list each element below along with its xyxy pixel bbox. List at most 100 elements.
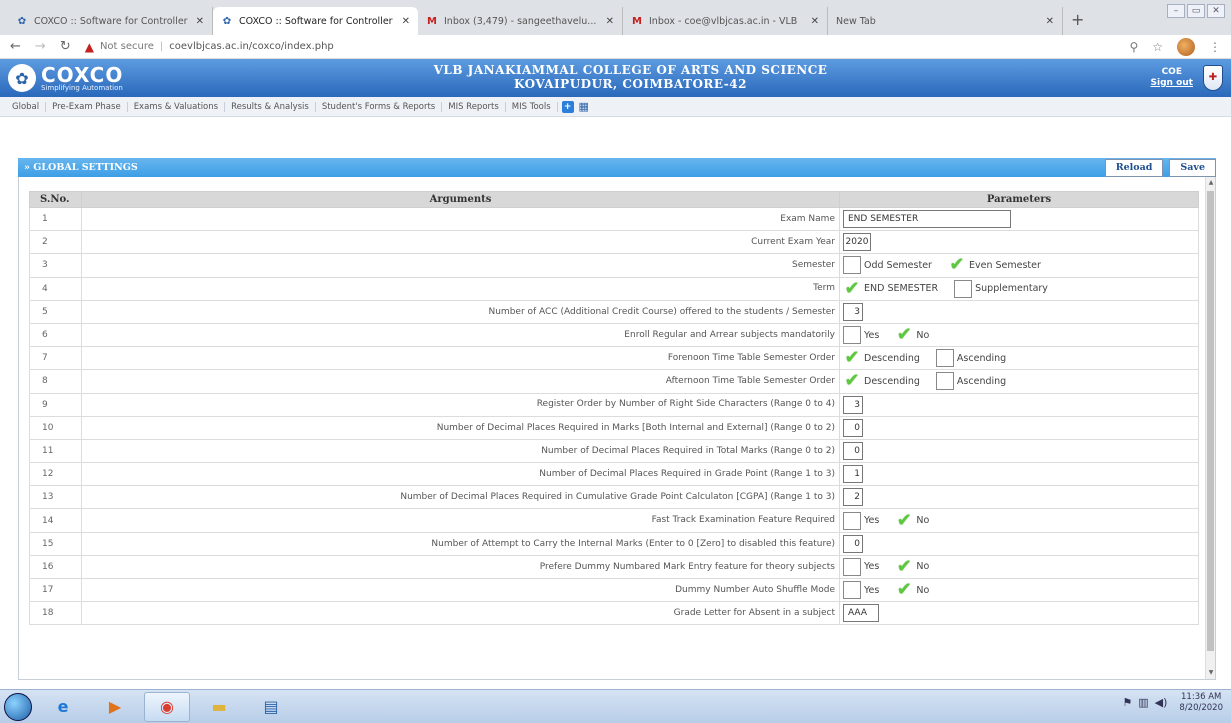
add-icon[interactable]: + [561,100,574,113]
menu-global[interactable]: Global [6,101,47,112]
checkbox-option[interactable]: Yes [843,581,880,600]
reload-button[interactable]: Reload [1104,158,1164,177]
checkbox-checked[interactable]: ✔ [843,372,861,390]
browser-tab[interactable]: ✿ COXCO :: Software for Controller ✕ [8,7,213,35]
argument-label: Number of Decimal Places Required in Cum… [81,485,840,510]
flag-icon[interactable]: ⚑ [1122,696,1132,709]
close-tab-icon[interactable]: ✕ [606,16,614,27]
checkbox-option[interactable]: ✔ Descending [843,349,919,367]
menu-pre-exam-phase[interactable]: Pre-Exam Phase [46,101,128,112]
internet-explorer-icon[interactable]: e [40,692,86,722]
parameter-input[interactable]: 0 [843,534,863,553]
row-number: 7 [29,346,82,371]
minimize-icon[interactable]: – [1167,4,1185,18]
documents-icon[interactable]: ▤ [248,692,294,722]
checkbox-checked[interactable]: ✔ [843,279,861,298]
checkbox-option[interactable]: ✔ Descending [843,372,919,390]
checkbox-option[interactable]: ✔ Even Semester [948,256,1041,274]
checkbox-checked[interactable]: ✔ [895,511,913,530]
url-field[interactable]: ▲ Not secure | coevlbjcas.ac.in/coxco/in… [85,40,1116,54]
parameter-input[interactable]: 0 [843,441,863,460]
close-tab-icon[interactable]: ✕ [811,16,819,27]
signout-link[interactable]: Sign out [1151,78,1193,89]
parameter-input[interactable]: 2 [843,488,863,507]
checkbox-option[interactable]: Yes [843,326,879,345]
browser-tab[interactable]: M Inbox - coe@vlbjcas.ac.in - VLB ✕ [623,7,828,35]
checkbox-option[interactable]: Supplementary [954,279,1048,298]
checkbox-option[interactable]: ✔ No [895,326,929,344]
menu-results-analysis[interactable]: Results & Analysis [225,101,316,112]
menu-mis-reports[interactable]: MIS Reports [442,101,506,112]
url-text: coevlbjcas.ac.in/coxco/index.php [169,41,334,52]
checkbox-option[interactable]: ✔ No [895,557,929,576]
row-number: 12 [29,462,82,487]
checkbox-checked[interactable]: ✔ [895,581,913,599]
checkbox-option[interactable]: Odd Semester [843,256,932,275]
checkbox-label: Even Semester [968,259,1041,271]
checkbox-unchecked[interactable] [935,372,954,391]
checkbox-option[interactable]: ✔ END SEMESTER [843,279,938,298]
checkbox-unchecked[interactable] [843,256,861,275]
media-player-icon[interactable]: ▶ [92,692,138,722]
close-tab-icon[interactable]: ✕ [402,16,410,27]
maximize-icon[interactable]: ▭ [1187,4,1205,18]
checkbox-unchecked[interactable] [843,511,861,530]
close-tab-icon[interactable]: ✕ [196,16,204,27]
checkbox-checked[interactable]: ✔ [948,256,966,274]
menu-student-forms-reports[interactable]: Student's Forms & Reports [316,101,443,112]
network-icon[interactable]: ▥ [1138,696,1148,709]
file-explorer-icon[interactable]: ▬ [196,692,242,722]
checkbox-option[interactable]: ✔ No [895,581,929,599]
checkbox-unchecked[interactable] [954,279,973,298]
start-button[interactable] [4,692,32,721]
parameter-cell: Yes ✔ No [839,322,1199,348]
browser-tab[interactable]: New Tab ✕ [828,7,1063,35]
checkbox-checked[interactable]: ✔ [843,349,861,367]
checkbox-option[interactable]: Yes [843,557,879,576]
zoom-icon[interactable]: ⚲ [1129,40,1138,54]
vertical-scrollbar[interactable]: ▲ ▼ [1205,177,1215,679]
checkbox-option[interactable]: Ascending [935,372,1006,391]
parameter-input[interactable]: 3 [843,302,863,321]
panel-body: S.No. Arguments Parameters 1 Exam Name END… [18,177,1216,680]
checkbox-unchecked[interactable] [935,349,954,368]
checkbox-option[interactable]: ✔ No [895,511,929,530]
forward-icon[interactable]: → [35,39,46,54]
checkbox-option[interactable]: Ascending [935,349,1006,368]
star-icon[interactable]: ☆ [1152,40,1163,54]
checkbox-unchecked[interactable] [843,557,861,576]
browser-tab[interactable]: M Inbox (3,479) - sangeethavelu... ✕ [418,7,623,35]
close-tab-icon[interactable]: ✕ [1046,16,1054,27]
save-button[interactable]: Save [1169,158,1216,177]
scroll-up-icon[interactable]: ▲ [1206,177,1215,189]
checkbox-option[interactable]: Yes [843,511,879,530]
clock[interactable]: 11:36 AM 8/20/2020 [1179,692,1223,713]
parameter-input[interactable]: 0 [843,418,863,437]
checkbox-unchecked[interactable] [843,326,861,345]
volume-icon[interactable]: ◀) [1155,696,1168,709]
parameter-input[interactable]: 2020 [843,233,871,252]
parameter-input[interactable]: 3 [843,395,863,414]
checkbox-checked[interactable]: ✔ [895,557,913,576]
reload-icon[interactable]: ↻ [60,39,71,54]
checkbox-label: Yes [864,584,880,596]
chrome-icon[interactable]: ◉ [144,691,190,722]
parameter-input[interactable]: AAA [843,604,879,623]
menu-mis-tools[interactable]: MIS Tools [506,101,558,112]
menu-exams-valuations[interactable]: Exams & Valuations [128,101,226,112]
checkbox-checked[interactable]: ✔ [895,326,913,344]
profile-avatar[interactable] [1177,37,1195,56]
argument-label: Number of Decimal Places Required in Gra… [81,462,840,487]
scroll-down-icon[interactable]: ▼ [1206,667,1215,679]
close-window-icon[interactable]: ✕ [1207,4,1225,18]
checkbox-unchecked[interactable] [843,581,861,600]
parameter-input[interactable]: 1 [843,465,863,484]
menu-kebab-icon[interactable]: ⋮ [1209,40,1221,54]
grid-icon[interactable]: ▦ [578,100,590,113]
new-tab-icon[interactable]: + [1063,10,1092,35]
parameter-input[interactable]: END SEMESTER [843,210,1011,229]
parameter-cell: Yes ✔ No [839,554,1199,580]
scrollbar-thumb[interactable] [1207,191,1214,651]
browser-tab-active[interactable]: ✿ COXCO :: Software for Controller ✕ [213,7,418,35]
back-icon[interactable]: ← [10,39,21,54]
